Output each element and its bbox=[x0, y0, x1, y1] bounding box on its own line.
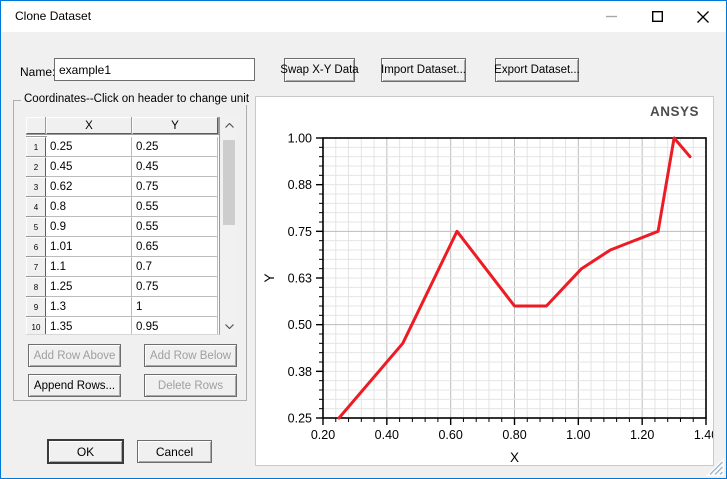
table-cell-y[interactable]: 0.65 bbox=[132, 237, 218, 257]
scrollbar-thumb[interactable] bbox=[223, 140, 235, 225]
maximize-icon bbox=[651, 11, 663, 22]
delete-rows-button[interactable]: Delete Rows bbox=[144, 374, 237, 397]
minimize-button bbox=[588, 1, 634, 32]
titlebar: Clone Dataset bbox=[1, 1, 726, 32]
row-header[interactable]: 4 bbox=[26, 196, 47, 218]
svg-text:0.88: 0.88 bbox=[288, 178, 312, 192]
svg-text:1.40: 1.40 bbox=[694, 428, 713, 442]
coordinates-group: Coordinates--Click on header to change u… bbox=[13, 93, 253, 401]
row-header[interactable]: 1 bbox=[26, 136, 47, 158]
svg-text:1.00: 1.00 bbox=[288, 132, 312, 146]
column-header-x[interactable]: X bbox=[45, 117, 133, 135]
table-cell-x[interactable]: 0.45 bbox=[46, 157, 132, 177]
column-header-y[interactable]: Y bbox=[131, 117, 219, 135]
svg-text:0.80: 0.80 bbox=[502, 428, 526, 442]
table-scrollbar[interactable] bbox=[221, 117, 237, 335]
resize-grip-icon[interactable] bbox=[706, 458, 724, 476]
row-header[interactable]: 8 bbox=[26, 276, 47, 298]
add-row-below-button[interactable]: Add Row Below bbox=[144, 344, 237, 367]
table-cell-x[interactable]: 1.35 bbox=[46, 317, 132, 334]
table-cell-y[interactable]: 0.95 bbox=[132, 317, 218, 334]
svg-text:0.60: 0.60 bbox=[438, 428, 462, 442]
table-cell-x[interactable]: 1.25 bbox=[46, 277, 132, 297]
row-header[interactable]: 3 bbox=[26, 176, 47, 198]
scroll-up-icon bbox=[224, 123, 234, 128]
svg-text:1.00: 1.00 bbox=[566, 428, 590, 442]
svg-text:0.20: 0.20 bbox=[311, 428, 335, 442]
svg-text:0.40: 0.40 bbox=[375, 428, 399, 442]
name-label: Name: bbox=[20, 65, 56, 79]
name-input[interactable] bbox=[54, 58, 255, 81]
svg-text:0.63: 0.63 bbox=[288, 272, 312, 286]
table-cell-y[interactable]: 0.55 bbox=[132, 197, 218, 217]
row-header[interactable]: 9 bbox=[26, 296, 47, 318]
row-header[interactable]: 6 bbox=[26, 236, 47, 258]
table-cell-y[interactable]: 0.75 bbox=[132, 277, 218, 297]
coordinates-table: X Y 1 0.25 0.25 2 0.45 0.45 3 0.62 0.75 4 0.8 0.55 5… bbox=[26, 117, 220, 335]
import-dataset-button[interactable]: Import Dataset... bbox=[381, 58, 466, 82]
table-cell-y[interactable]: 0.7 bbox=[132, 257, 218, 277]
svg-text:0.50: 0.50 bbox=[288, 318, 312, 332]
table-cell-y[interactable]: 0.55 bbox=[132, 217, 218, 237]
table-cell-x[interactable]: 1.1 bbox=[46, 257, 132, 277]
table-cell-x[interactable]: 1.3 bbox=[46, 297, 132, 317]
svg-text:0.38: 0.38 bbox=[288, 365, 312, 379]
table-cell-y[interactable]: 1 bbox=[132, 297, 218, 317]
close-icon bbox=[697, 10, 709, 23]
table-cell-x[interactable]: 0.9 bbox=[46, 217, 132, 237]
row-header[interactable]: 7 bbox=[26, 256, 47, 278]
chart-panel: ANSYS 0.200.400.600.801.001.201.401.000.… bbox=[255, 96, 714, 466]
table-cell-x[interactable]: 1.01 bbox=[46, 237, 132, 257]
add-row-above-button[interactable]: Add Row Above bbox=[28, 344, 121, 367]
table-cell-y[interactable]: 0.45 bbox=[132, 157, 218, 177]
cancel-button[interactable]: Cancel bbox=[137, 440, 212, 463]
svg-text:0.75: 0.75 bbox=[288, 225, 312, 239]
table-cell-x[interactable]: 0.8 bbox=[46, 197, 132, 217]
table-cell-x[interactable]: 0.62 bbox=[46, 177, 132, 197]
minimize-icon bbox=[605, 15, 617, 18]
scroll-up-button[interactable] bbox=[221, 117, 237, 134]
row-header[interactable]: 10 bbox=[26, 316, 47, 334]
table-cell-y[interactable]: 0.25 bbox=[132, 137, 218, 157]
clone-dataset-dialog: Clone Dataset Name: Swap X-Y Data Import bbox=[0, 0, 727, 479]
table-cell-y[interactable]: 0.75 bbox=[132, 177, 218, 197]
scroll-down-button[interactable] bbox=[221, 318, 237, 335]
svg-text:X: X bbox=[510, 450, 519, 465]
ok-button[interactable]: OK bbox=[48, 440, 123, 463]
append-rows-button[interactable]: Append Rows... bbox=[28, 374, 121, 397]
table-cell-x[interactable]: 0.25 bbox=[46, 137, 132, 157]
maximize-button[interactable] bbox=[634, 1, 680, 32]
svg-text:Y: Y bbox=[262, 273, 277, 282]
scroll-down-icon bbox=[224, 324, 234, 329]
svg-text:0.25: 0.25 bbox=[288, 412, 312, 426]
row-header[interactable]: 5 bbox=[26, 216, 47, 238]
export-dataset-button[interactable]: Export Dataset... bbox=[494, 58, 580, 82]
row-header[interactable]: 2 bbox=[26, 156, 47, 178]
xy-plot: 0.20 0.40 0.60 0.80 1.00 1.20 1.40 1.00 0.88 0.75… bbox=[262, 132, 713, 466]
coordinates-group-label: Coordinates--Click on header to change u… bbox=[21, 93, 253, 105]
svg-text:1.20: 1.20 bbox=[630, 428, 654, 442]
close-button[interactable] bbox=[680, 1, 726, 32]
swap-xy-button[interactable]: Swap X-Y Data bbox=[280, 58, 359, 82]
table-corner-cell[interactable] bbox=[26, 117, 47, 135]
window-title: Clone Dataset bbox=[15, 9, 92, 23]
